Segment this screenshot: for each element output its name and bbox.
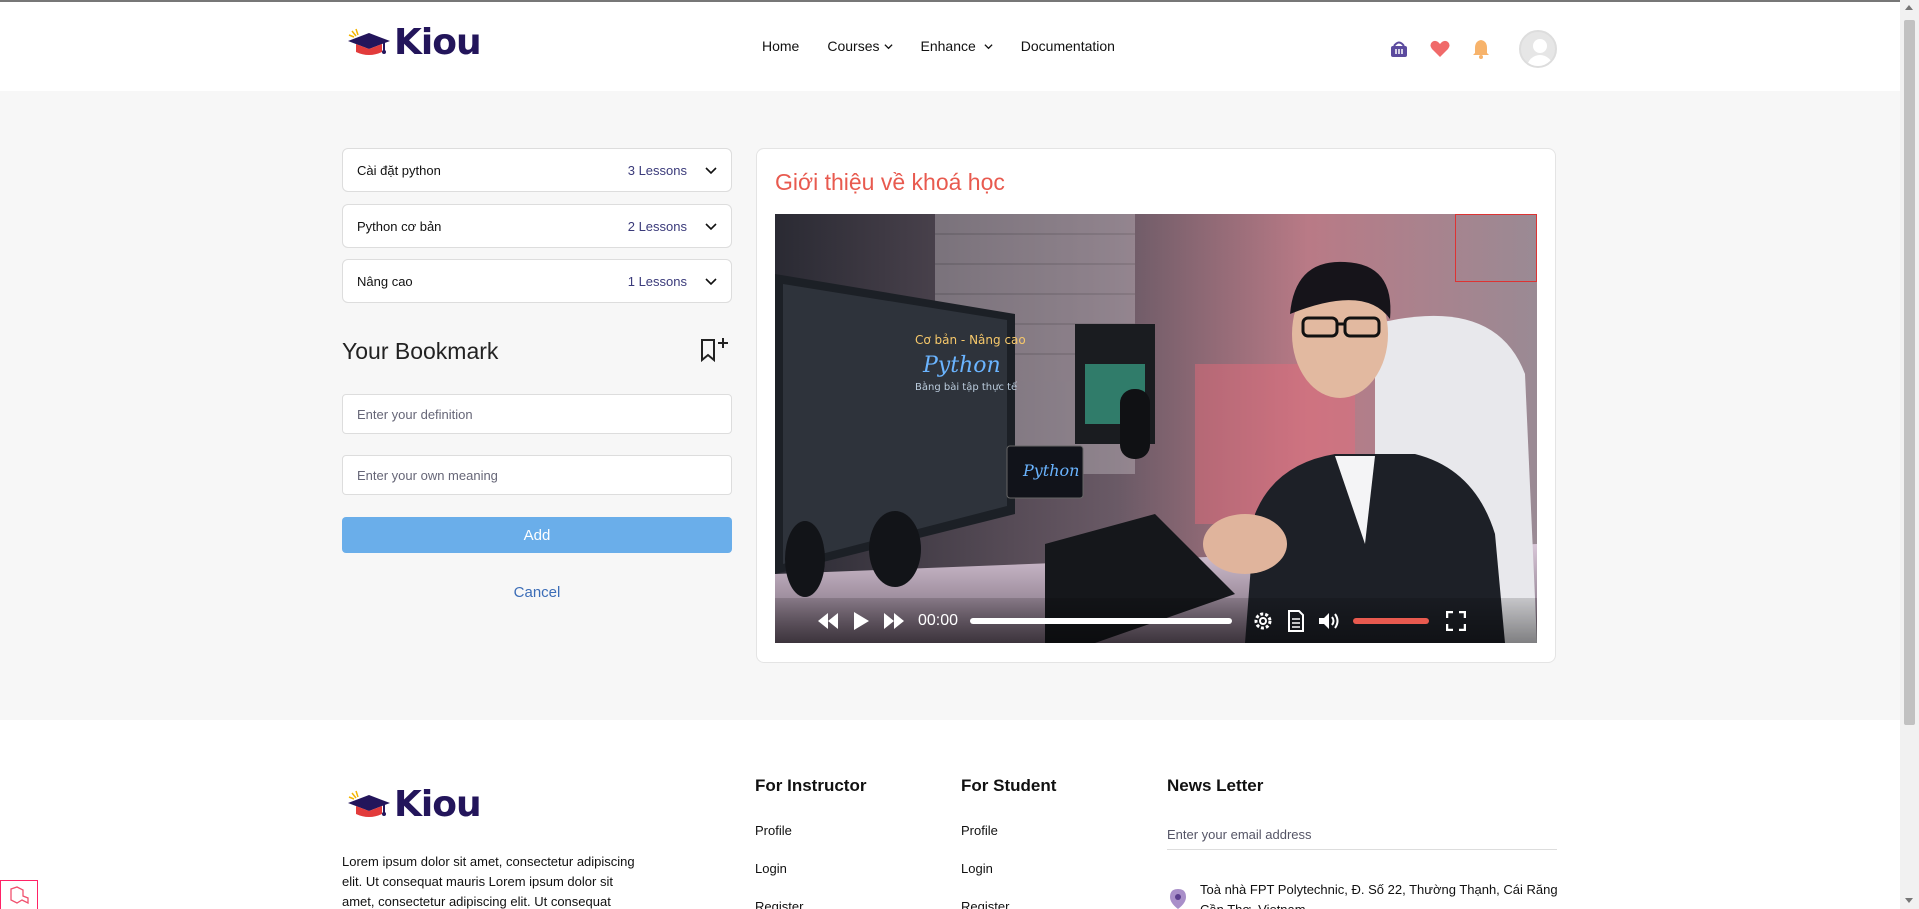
- volume-icon: [1319, 612, 1339, 629]
- section-title: Python cơ bản: [357, 218, 442, 234]
- avatar-head-shape: [1533, 39, 1547, 53]
- nav-enhance-label: Enhance: [920, 38, 976, 54]
- heart-icon: [1430, 40, 1450, 57]
- definition-input[interactable]: [342, 394, 732, 434]
- student-heading: For Student: [961, 776, 1057, 795]
- basket-icon: [1391, 41, 1407, 57]
- footer-logo[interactable]: Kiou: [346, 784, 482, 825]
- settings-button[interactable]: [1250, 608, 1276, 634]
- location-pin-icon: [1170, 889, 1186, 909]
- scroll-down-arrow[interactable]: [1905, 898, 1913, 903]
- rewind-icon: [818, 612, 838, 629]
- section-accordion-basic[interactable]: Python cơ bản 2 Lessons: [342, 204, 732, 248]
- bookmark-title: Your Bookmark: [342, 338, 499, 364]
- section-accordion-advanced[interactable]: Nâng cao 1 Lessons: [342, 259, 732, 303]
- tablet-text: Python: [1022, 461, 1079, 480]
- nav-home-label: Home: [762, 38, 800, 54]
- user-avatar[interactable]: [1519, 30, 1557, 68]
- video-controls: 00:00: [775, 598, 1537, 643]
- volume-slider[interactable]: [1353, 617, 1430, 624]
- nav-enhance[interactable]: Enhance: [921, 38, 993, 54]
- student-profile-link[interactable]: Profile: [961, 823, 998, 838]
- mute-button[interactable]: [1316, 608, 1342, 634]
- add-bookmark-icon[interactable]: [700, 336, 732, 362]
- nav-courses-label: Courses: [827, 38, 880, 54]
- lesson-card: Giới thiệu về khoá học Cơ bản - Nâng cao…: [756, 148, 1556, 663]
- site-footer: Kiou Lorem ipsum dolor sit amet, consect…: [0, 720, 1900, 909]
- site-header: Kiou Home Courses Enhance Documentation: [0, 2, 1900, 91]
- video-progress-bar[interactable]: [970, 617, 1233, 624]
- logo-text: Kiou: [394, 22, 482, 63]
- newsletter-email-input[interactable]: [1167, 820, 1557, 850]
- cancel-link[interactable]: Cancel: [342, 584, 732, 601]
- student-register-link[interactable]: Register: [961, 899, 1009, 909]
- play-icon: [854, 611, 869, 630]
- scroll-up-arrow[interactable]: [1905, 5, 1913, 10]
- nav-home[interactable]: Home: [762, 38, 799, 54]
- graduation-cap-icon: [348, 790, 390, 817]
- section-lesson-count: 3 Lessons: [627, 162, 687, 178]
- video-overlay-highlight: [1455, 214, 1537, 282]
- footer-logo-text: Kiou: [394, 784, 482, 825]
- video-player[interactable]: Cơ bản - Nâng cao Python Bằng bài tập th…: [775, 214, 1537, 643]
- add-bookmark-button[interactable]: Add: [342, 517, 732, 553]
- monitor-text-2: Python: [922, 353, 1001, 378]
- header-actions: [1386, 30, 1557, 68]
- chevron-down-icon: [705, 278, 717, 286]
- site-logo[interactable]: Kiou: [346, 22, 482, 63]
- laravel-logo-icon: [10, 886, 29, 904]
- student-login-link[interactable]: Login: [961, 861, 993, 876]
- lesson-title: Giới thiệu về khoá học: [775, 169, 1005, 195]
- video-frame: Cơ bản - Nâng cao Python Bằng bài tập th…: [775, 214, 1537, 643]
- section-accordion-install[interactable]: Cài đặt python 3 Lessons: [342, 148, 732, 192]
- fullscreen-icon: [1446, 610, 1467, 631]
- section-title: Nâng cao: [357, 273, 413, 289]
- graduation-cap-icon: [348, 28, 390, 55]
- debug-toolbar-badge[interactable]: [0, 880, 38, 909]
- basket-button[interactable]: [1386, 36, 1412, 62]
- notifications-button[interactable]: [1468, 36, 1494, 62]
- footer-description: Lorem ipsum dolor sit amet, consectetur …: [342, 854, 635, 909]
- fast-forward-button[interactable]: [881, 608, 907, 634]
- nav-documentation-label: Documentation: [1020, 38, 1115, 54]
- video-time: 00:00: [918, 611, 959, 629]
- footer-address: Toà nhà FPT Polytechnic, Đ. Số 22, Thườn…: [1200, 882, 1558, 909]
- section-lesson-count: 1 Lessons: [627, 273, 687, 289]
- chevron-down-icon: [984, 43, 993, 49]
- avatar-body-shape: [1527, 55, 1553, 66]
- bell-icon: [1473, 40, 1489, 59]
- gear-icon: [1254, 612, 1272, 629]
- nav-documentation[interactable]: Documentation: [1021, 38, 1115, 54]
- instructor-login-link[interactable]: Login: [755, 861, 787, 876]
- play-button[interactable]: [848, 608, 874, 634]
- scrollbar-thumb[interactable]: [1904, 20, 1915, 725]
- newsletter-heading: News Letter: [1167, 776, 1264, 795]
- instructor-profile-link[interactable]: Profile: [755, 823, 792, 838]
- meaning-input[interactable]: [342, 455, 732, 495]
- wishlist-button[interactable]: [1427, 36, 1453, 62]
- nav-courses[interactable]: Courses: [827, 38, 893, 54]
- fast-forward-icon: [884, 612, 904, 629]
- rewind-button[interactable]: [815, 608, 841, 634]
- section-lesson-count: 2 Lessons: [627, 218, 687, 234]
- page-scrollbar[interactable]: [1900, 0, 1919, 909]
- main-nav: Home Courses Enhance Documentation: [762, 38, 1143, 54]
- transcript-button[interactable]: [1283, 608, 1309, 634]
- chevron-down-icon: [883, 43, 893, 49]
- instructor-heading: For Instructor: [755, 776, 867, 795]
- chevron-down-icon: [705, 223, 717, 231]
- chevron-down-icon: [705, 167, 717, 175]
- section-title: Cài đặt python: [357, 162, 441, 178]
- instructor-register-link[interactable]: Register: [755, 899, 803, 909]
- fullscreen-button[interactable]: [1443, 608, 1469, 634]
- document-icon: [1288, 609, 1305, 632]
- cancel-label: Cancel: [513, 584, 561, 601]
- monitor-text-3: Bằng bài tập thực tế: [915, 380, 1018, 393]
- monitor-text-1: Cơ bản - Nâng cao: [915, 333, 1026, 347]
